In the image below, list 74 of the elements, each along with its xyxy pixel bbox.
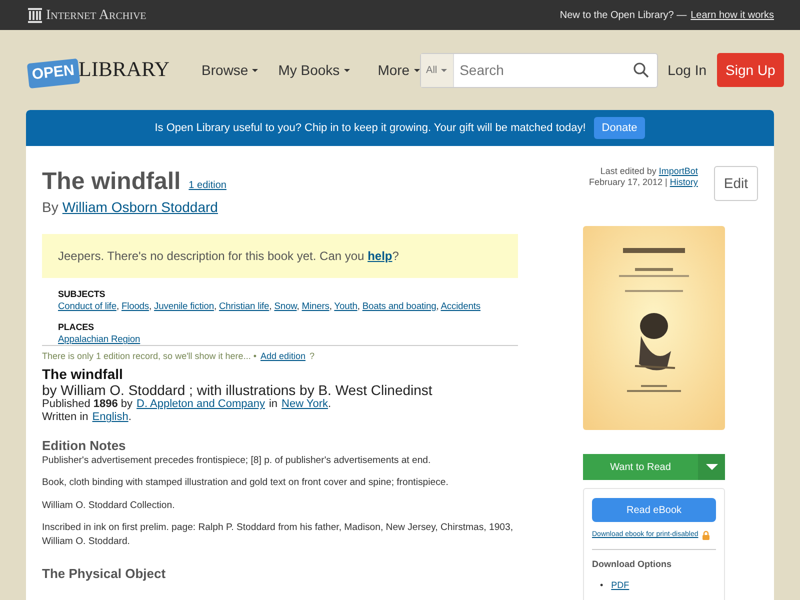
- login-link[interactable]: Log In: [662, 58, 713, 82]
- section-heading: The Physical Object: [42, 566, 167, 582]
- separator: ,: [149, 300, 152, 312]
- in-label: in: [268, 398, 278, 412]
- subject-link[interactable]: Juvenile fiction: [154, 300, 214, 312]
- separator: ,: [329, 300, 332, 312]
- written-label: Written in: [42, 411, 88, 424]
- period: .: [328, 398, 332, 412]
- scope-dropdown[interactable]: All: [420, 54, 454, 86]
- subject-link[interactable]: Miners: [302, 300, 330, 312]
- edition-note: There is only 1 edition record, so we'll show it here... •: [42, 350, 256, 363]
- separator: ,: [436, 300, 439, 312]
- note-paragraph: Book, cloth binding with stamped illustration and gold text on front cover and spine; frontispiece.: [42, 476, 450, 490]
- edited-by-text: Last edited by ImportBot: [599, 166, 698, 177]
- separator: ,: [116, 300, 119, 312]
- learn-link[interactable]: Learn how it works: [690, 8, 774, 22]
- book-title: The windfall: [42, 168, 181, 197]
- user-link[interactable]: ImportBot: [658, 166, 698, 176]
- section-label: SUBJECTS: [58, 288, 106, 300]
- subject-link[interactable]: Christian life: [218, 300, 270, 312]
- note-paragraph: William O. Stoddard Collection.: [42, 498, 176, 512]
- period: .: [128, 411, 132, 424]
- note-paragraph: Inscribed in ink on first prelim. page: Ralph P. Stoddard from his father, Madison, New Jersey, Chirstmas, 1903, William O. Stoddard.: [42, 521, 514, 548]
- lock-icon: [702, 530, 710, 540]
- brand-name[interactable]: Internet Archive: [46, 4, 146, 26]
- question-mark: ?: [310, 350, 315, 363]
- edit-button[interactable]: Edit: [714, 166, 758, 201]
- logo[interactable]: OPEN LIBRARY: [28, 54, 170, 86]
- separator: ,: [269, 300, 272, 312]
- search-icon: [632, 62, 649, 78]
- by-label: By: [42, 198, 58, 217]
- add-edition-link[interactable]: Add edition: [260, 350, 306, 364]
- notice-text: Jeepers. There's no description for this book yet. Can you help?: [58, 248, 399, 265]
- edited-date-text: February 17, 2012 | History: [588, 176, 698, 188]
- publisher-link[interactable]: D. Appleton and Company: [136, 398, 265, 412]
- section-heading: Edition Notes: [42, 438, 127, 454]
- history-link[interactable]: History: [670, 176, 698, 187]
- nav-menu[interactable]: My Books: [278, 60, 350, 80]
- subject-link[interactable]: Snow: [274, 300, 297, 312]
- editions-link[interactable]: 1 edition: [188, 178, 226, 193]
- separator: ,: [296, 300, 300, 312]
- subject-link[interactable]: Youth: [334, 300, 358, 312]
- help-link[interactable]: help: [368, 248, 392, 263]
- archive-icon: [28, 8, 42, 22]
- caret-icon: [706, 464, 718, 470]
- subject-link[interactable]: Appalachian Region: [58, 333, 140, 344]
- language-link[interactable]: English: [92, 411, 128, 424]
- subject-link[interactable]: Accidents: [440, 300, 480, 312]
- note-paragraph: Publisher's advertisement precedes frontispiece; [8] p. of publisher's advertisements at end.: [42, 454, 432, 468]
- banner-text: Is Open Library useful to you? Chip in to keep it growing. Your gift will be matched today!: [154, 120, 586, 136]
- subject-link[interactable]: Boats and boating: [362, 300, 436, 312]
- bullet: •: [600, 579, 604, 592]
- download-heading: Download Options: [592, 558, 672, 571]
- separator: ,: [357, 300, 360, 312]
- edition-title: The windfall: [42, 367, 124, 383]
- published-text: Published 1896 by: [42, 398, 133, 412]
- nav-menu[interactable]: Browse: [202, 60, 258, 80]
- author-link[interactable]: William Osborn Stoddard: [62, 196, 218, 218]
- place-link[interactable]: New York: [282, 398, 328, 412]
- search-field[interactable]: All Search: [420, 52, 658, 88]
- section-label: PLACES: [58, 322, 95, 334]
- caret-icon: [252, 68, 258, 72]
- caret-icon: [414, 68, 420, 72]
- nav-menu[interactable]: More: [378, 60, 420, 80]
- separator: ,: [214, 300, 216, 312]
- edition-byline: by William O. Stoddard ; with illustrations by B. West Clinedinst: [42, 382, 434, 398]
- dropdown-button[interactable]: [698, 454, 725, 480]
- format-link[interactable]: PDF: [611, 579, 630, 592]
- subject-link[interactable]: Floods: [121, 300, 150, 312]
- caret-icon: [344, 68, 350, 72]
- top-note: New to the Open Library? —: [560, 8, 687, 22]
- subject-link[interactable]: Conduct of life: [58, 300, 116, 312]
- signup-button[interactable]: Sign Up: [716, 53, 784, 87]
- caret-icon: [441, 68, 448, 72]
